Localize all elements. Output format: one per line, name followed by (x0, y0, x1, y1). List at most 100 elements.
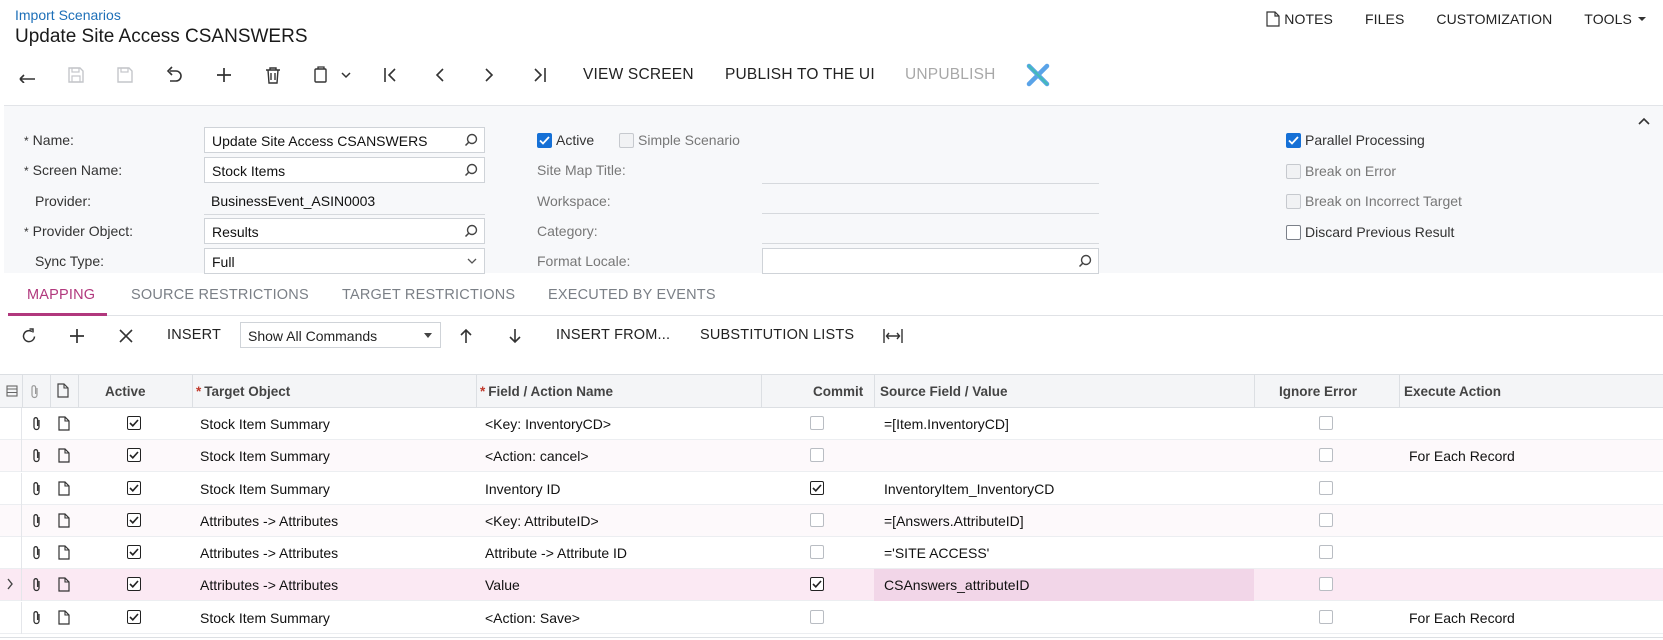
execute-action-cell[interactable]: For Each Record (1409, 610, 1515, 626)
active-checkbox[interactable] (127, 448, 141, 462)
tab-mapping[interactable]: MAPPING (27, 287, 95, 303)
name-field[interactable]: Update Site Access CSANSWERS (204, 127, 485, 153)
note-icon[interactable] (58, 481, 70, 496)
field-action-cell[interactable]: Inventory ID (485, 481, 560, 497)
note-icon[interactable] (58, 416, 70, 431)
column-commit[interactable]: Commit (813, 384, 863, 399)
view-screen-button[interactable]: VIEW SCREEN (583, 66, 694, 84)
last-record-button[interactable] (526, 62, 552, 88)
parallel-processing-checkbox[interactable]: Parallel Processing (1286, 132, 1425, 148)
row-selector[interactable] (0, 602, 22, 634)
move-down-button[interactable] (502, 323, 528, 349)
prev-record-button[interactable] (427, 62, 453, 88)
save-button[interactable] (112, 62, 138, 88)
attachment-icon[interactable] (30, 545, 44, 561)
search-icon[interactable] (464, 163, 478, 177)
target-object-cell[interactable]: Attributes -> Attributes (200, 545, 338, 561)
files-button[interactable]: FILES (1365, 11, 1404, 27)
search-icon[interactable] (464, 224, 478, 238)
field-action-cell[interactable]: <Action: cancel> (485, 448, 589, 464)
target-object-cell[interactable]: Stock Item Summary (200, 481, 330, 497)
format-locale-field[interactable] (762, 248, 1099, 274)
table-row[interactable]: Stock Item Summary <Action: Save> For Each… (0, 602, 1663, 634)
active-checkbox[interactable] (127, 481, 141, 495)
table-row[interactable]: Attributes -> Attributes Value CSAnswers_a… (0, 569, 1663, 601)
table-row[interactable]: Attributes -> Attributes <Key: AttributeI… (0, 505, 1663, 537)
attachment-icon[interactable] (30, 416, 44, 432)
refresh-button[interactable] (16, 323, 42, 349)
screen-name-field[interactable]: Stock Items (204, 157, 485, 183)
field-action-cell[interactable]: <Key: AttributeID> (485, 513, 599, 529)
source-field-cell[interactable]: =[Answers.AttributeID] (884, 513, 1024, 529)
tab-target-restrictions[interactable]: TARGET RESTRICTIONS (342, 287, 515, 303)
column-ignore-error[interactable]: Ignore Error (1279, 384, 1357, 399)
ignore-error-checkbox[interactable] (1319, 545, 1333, 559)
notes-button[interactable]: NOTES (1266, 11, 1333, 27)
note-icon[interactable] (58, 513, 70, 528)
insert-from-button[interactable]: INSERT FROM... (556, 327, 670, 343)
copy-button[interactable] (309, 62, 335, 88)
next-record-button[interactable] (476, 62, 502, 88)
ignore-error-checkbox[interactable] (1319, 416, 1333, 430)
attachment-icon[interactable] (30, 448, 44, 464)
ignore-error-checkbox[interactable] (1319, 577, 1333, 591)
commands-filter-select[interactable]: Show All Commands (240, 322, 441, 348)
ignore-error-checkbox[interactable] (1319, 481, 1333, 495)
column-target-object[interactable]: * Target Object (196, 384, 290, 399)
row-selector[interactable] (0, 569, 22, 601)
active-checkbox[interactable] (127, 513, 141, 527)
unpublish-button[interactable]: UNPUBLISH (905, 66, 996, 84)
delete-button[interactable] (260, 62, 286, 88)
break-on-error-checkbox[interactable]: Break on Error (1286, 163, 1396, 179)
substitution-lists-button[interactable]: SUBSTITUTION LISTS (700, 327, 854, 343)
move-up-button[interactable] (453, 323, 479, 349)
simple-scenario-checkbox[interactable]: Simple Scenario (619, 132, 740, 148)
attachment-icon[interactable] (30, 481, 44, 497)
commit-checkbox[interactable] (810, 610, 824, 624)
field-action-cell[interactable]: Value (485, 577, 520, 593)
back-button[interactable] (14, 62, 40, 88)
breadcrumb[interactable]: Import Scenarios (15, 7, 121, 23)
row-selector[interactable] (0, 440, 22, 472)
note-icon[interactable] (58, 545, 70, 560)
note-icon[interactable] (58, 448, 70, 463)
source-field-cell[interactable]: ='SITE ACCESS' (884, 545, 989, 561)
field-action-cell[interactable]: <Action: Save> (485, 610, 580, 626)
commit-checkbox[interactable] (810, 545, 824, 559)
add-button[interactable] (211, 62, 237, 88)
tab-executed-by-events[interactable]: EXECUTED BY EVENTS (548, 287, 716, 303)
first-record-button[interactable] (378, 62, 404, 88)
customization-button[interactable]: CUSTOMIZATION (1436, 11, 1552, 27)
target-object-cell[interactable]: Attributes -> Attributes (200, 577, 338, 593)
table-row[interactable]: Stock Item Summary <Action: cancel> For Ea… (0, 440, 1663, 472)
table-row[interactable]: Stock Item Summary <Key: InventoryCD> =[It… (0, 408, 1663, 440)
column-config-icon[interactable] (6, 385, 18, 397)
add-row-button[interactable] (64, 323, 90, 349)
commit-checkbox[interactable] (810, 448, 824, 462)
commit-checkbox[interactable] (810, 416, 824, 430)
column-active[interactable]: Active (105, 384, 146, 399)
active-checkbox[interactable]: Active (537, 132, 594, 148)
search-icon[interactable] (464, 133, 478, 147)
fit-columns-button[interactable] (880, 323, 906, 349)
save-close-button[interactable] (63, 62, 89, 88)
delete-row-button[interactable] (113, 323, 139, 349)
target-object-cell[interactable]: Stock Item Summary (200, 610, 330, 626)
discard-previous-result-checkbox[interactable]: Discard Previous Result (1286, 224, 1454, 240)
target-object-cell[interactable]: Stock Item Summary (200, 416, 330, 432)
publish-button[interactable]: PUBLISH TO THE UI (725, 66, 875, 84)
puzzle-button[interactable] (1025, 62, 1051, 88)
active-checkbox[interactable] (127, 610, 141, 624)
row-selector[interactable] (0, 505, 22, 537)
ignore-error-checkbox[interactable] (1319, 513, 1333, 527)
insert-button[interactable]: INSERT (167, 327, 221, 343)
row-selector[interactable] (0, 473, 22, 505)
tools-button[interactable]: TOOLS (1584, 11, 1651, 27)
provider-object-field[interactable]: Results (204, 218, 485, 244)
tab-source-restrictions[interactable]: SOURCE RESTRICTIONS (131, 287, 309, 303)
source-field-cell[interactable]: CSAnswers_attributeID (884, 577, 1030, 593)
active-checkbox[interactable] (127, 416, 141, 430)
attachment-icon[interactable] (30, 610, 44, 626)
ignore-error-checkbox[interactable] (1319, 448, 1333, 462)
attachment-icon[interactable] (30, 577, 44, 593)
